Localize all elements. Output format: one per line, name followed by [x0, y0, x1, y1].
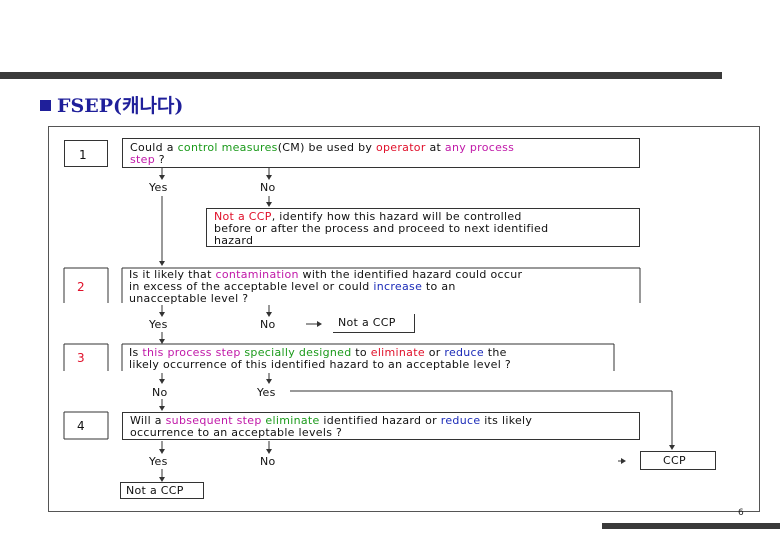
not-ccp-control-box: Not a CCP, identify how this hazard will… [206, 208, 640, 247]
step-3-no-label: No [152, 386, 168, 399]
step-2-not-ccp-box: Not a CCP [333, 314, 415, 333]
step-3-number: 3 [77, 351, 85, 365]
step-4-yes-label: Yes [149, 455, 168, 468]
step-3-question-line2: likely occurrence of this identified haz… [129, 358, 511, 371]
step-3-yes-label: Yes [257, 386, 276, 399]
not-ccp-control-line2: before or after the process and proceed … [214, 222, 549, 235]
step-1-number-box: 1 [64, 140, 108, 167]
step-1-question-line2: step ? [130, 153, 165, 166]
step-2-yes-label: Yes [149, 318, 168, 331]
step-2-number: 2 [77, 280, 85, 294]
not-ccp-control-line3: hazard [214, 234, 254, 247]
step-4-not-ccp-label: Not a CCP [126, 484, 184, 497]
step-1-yes-label: Yes [149, 181, 168, 194]
step-1-question-box: Could a control measures(CM) be used by … [122, 138, 640, 168]
step-1-number: 1 [79, 148, 87, 162]
step-2-no-label: No [260, 318, 276, 331]
step-4-question-line2: occurrence to an acceptable levels ? [130, 426, 343, 439]
step-4-question-box: Will a subsequent step eliminate identif… [122, 412, 640, 440]
step-1-question-line1: Could a control measures(CM) be used by … [130, 141, 515, 154]
step-2-question-line3: unacceptable level ? [129, 292, 249, 305]
page-number: 6 [738, 508, 744, 518]
step-2-not-ccp-label: Not a CCP [338, 316, 396, 329]
ccp-box: CCP [640, 451, 716, 470]
ccp-label: CCP [663, 454, 686, 467]
step-1-no-label: No [260, 181, 276, 194]
step-4-number: 4 [77, 419, 85, 433]
step-4-not-ccp-box: Not a CCP [120, 482, 204, 499]
step-4-no-label: No [260, 455, 276, 468]
